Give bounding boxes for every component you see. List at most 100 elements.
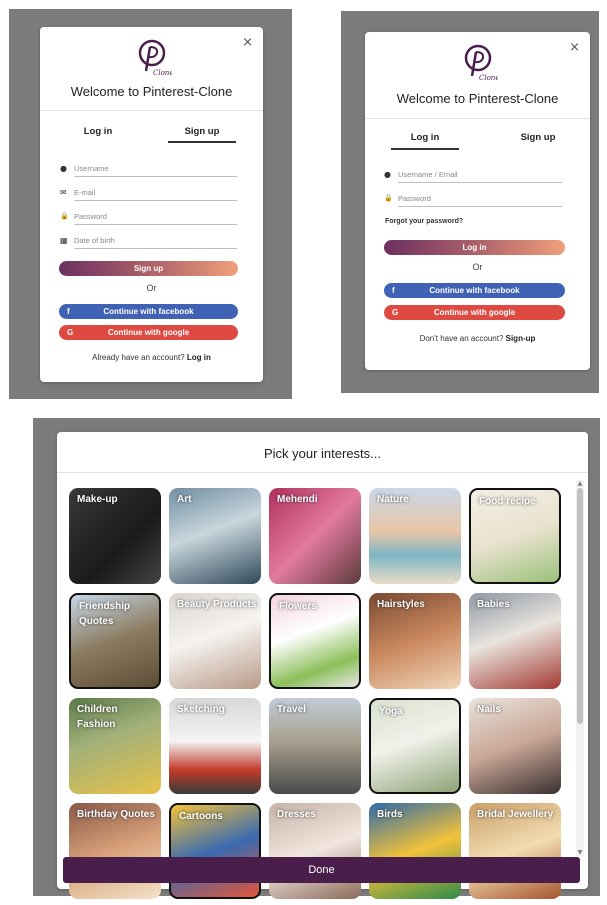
interest-tile[interactable]: Birds bbox=[369, 803, 461, 899]
tab-login[interactable]: Log in bbox=[58, 126, 138, 137]
welcome-heading: Welcome to Pinterest-Clone bbox=[396, 91, 559, 106]
interests-grid: Make-up Art Mehendi Nature Food recipe Friend… bbox=[67, 482, 575, 900]
active-tab-indicator bbox=[168, 141, 236, 143]
header-divider bbox=[57, 472, 588, 473]
interest-tile-label: Mehendi bbox=[277, 494, 318, 505]
interest-tile[interactable]: Nature bbox=[369, 488, 461, 584]
signup-link[interactable]: Sign-up bbox=[506, 334, 536, 343]
signup-prompt: Don't have an account? Sign-up bbox=[365, 334, 590, 343]
or-separator: Or bbox=[146, 283, 157, 293]
username-input[interactable]: Username bbox=[74, 163, 237, 177]
interest-tile-label: Make-up bbox=[77, 494, 118, 505]
interest-tile-label: Babies bbox=[477, 599, 510, 610]
interests-screenshot-panel: Pick your interests... Make-up Art Mehendi… bbox=[33, 418, 600, 899]
google-button[interactable]: G Continue with google bbox=[384, 305, 565, 320]
facebook-icon: f bbox=[392, 286, 395, 295]
password-input[interactable]: Password bbox=[398, 193, 562, 207]
scroll-thumb[interactable] bbox=[577, 488, 583, 724]
interest-tile[interactable]: Sketching bbox=[169, 698, 261, 794]
interest-tile-label: Food recipe bbox=[479, 496, 536, 507]
tab-login[interactable]: Log in bbox=[391, 132, 459, 143]
interest-tile[interactable]: Flowers bbox=[269, 593, 361, 689]
signup-screenshot-panel: × Clone Welcome to Pinterest-Clone Log i… bbox=[9, 9, 292, 399]
login-button[interactable]: Log in bbox=[384, 240, 565, 255]
scroll-down-icon[interactable]: ▼ bbox=[576, 849, 584, 856]
interest-tile[interactable]: Birthday Quotes bbox=[69, 803, 161, 899]
interest-tile[interactable]: Food recipe bbox=[469, 488, 561, 584]
signup-modal: × Clone Welcome to Pinterest-Clone Log i… bbox=[40, 27, 263, 382]
interest-tile[interactable]: Babies bbox=[469, 593, 561, 689]
interest-tile[interactable]: Hairstyles bbox=[369, 593, 461, 689]
facebook-button[interactable]: f Continue with facebook bbox=[384, 283, 565, 298]
interest-tile[interactable]: Cartoons bbox=[169, 803, 261, 899]
interests-modal: Pick your interests... Make-up Art Mehendi… bbox=[57, 432, 588, 899]
logo-text: Clone bbox=[479, 74, 498, 82]
interest-tile[interactable]: Dresses bbox=[269, 803, 361, 899]
interest-tile-label: Nature bbox=[377, 494, 409, 505]
interest-tile-label: Art bbox=[177, 494, 192, 505]
email-input[interactable]: E-mail bbox=[74, 187, 237, 201]
interest-tile[interactable]: Children Fashion bbox=[69, 698, 161, 794]
google-button-label: Continue with google bbox=[433, 308, 516, 317]
facebook-button-label: Continue with facebook bbox=[103, 307, 194, 316]
interest-tile-label: Birds bbox=[377, 809, 403, 820]
forgot-password-link[interactable]: Forgot your password? bbox=[385, 218, 463, 225]
google-icon: G bbox=[67, 328, 74, 337]
or-separator: Or bbox=[472, 262, 483, 272]
interest-tile[interactable]: Yoga bbox=[369, 698, 461, 794]
logo-icon: Clone bbox=[458, 42, 499, 84]
header-divider bbox=[365, 118, 590, 119]
interest-tile-label: Bridal Jewellery bbox=[477, 809, 554, 820]
header-divider bbox=[40, 110, 263, 111]
interest-tile[interactable]: Friendship Quotes bbox=[69, 593, 161, 689]
login-link[interactable]: Log in bbox=[187, 353, 211, 362]
scroll-up-icon[interactable]: ▲ bbox=[576, 480, 584, 487]
user-icon: ● bbox=[60, 164, 67, 173]
lock-icon: 🔒 bbox=[384, 194, 393, 202]
interest-tile-label: Yoga bbox=[379, 706, 403, 717]
user-icon: ● bbox=[384, 170, 391, 179]
close-icon[interactable]: × bbox=[242, 35, 253, 50]
interest-tile-label: Beauty Products bbox=[177, 599, 257, 610]
dob-input[interactable]: Date of birth bbox=[74, 235, 237, 249]
scrollbar[interactable]: ▲ ▼ bbox=[576, 480, 584, 856]
logo-icon: Clone bbox=[132, 37, 173, 79]
interest-tile-label: Sketching bbox=[177, 704, 225, 715]
mail-icon: ✉ bbox=[60, 188, 67, 197]
interest-tile-label: Travel bbox=[277, 704, 306, 715]
interest-tile[interactable]: Mehendi bbox=[269, 488, 361, 584]
facebook-button-label: Continue with facebook bbox=[429, 286, 520, 295]
tab-signup[interactable]: Sign up bbox=[168, 126, 236, 137]
signup-prompt-text: Don't have an account? bbox=[419, 334, 504, 343]
interest-tile-label: Flowers bbox=[279, 601, 317, 612]
interest-tile[interactable]: Make-up bbox=[69, 488, 161, 584]
active-tab-indicator bbox=[391, 148, 459, 150]
interests-title: Pick your interests... bbox=[263, 446, 382, 461]
facebook-icon: f bbox=[67, 307, 70, 316]
login-prompt: Already have an account? Log in bbox=[40, 353, 263, 362]
interest-tile-label: Nails bbox=[477, 704, 501, 715]
close-icon[interactable]: × bbox=[569, 40, 580, 55]
facebook-button[interactable]: f Continue with facebook bbox=[59, 304, 238, 319]
interest-tile-label: Dresses bbox=[277, 809, 316, 820]
interest-tile-label: Friendship Quotes bbox=[79, 601, 131, 627]
google-icon: G bbox=[392, 308, 399, 317]
interest-tile[interactable]: Travel bbox=[269, 698, 361, 794]
interest-tile[interactable]: Nails bbox=[469, 698, 561, 794]
interest-tile[interactable]: Beauty Products bbox=[169, 593, 261, 689]
username-email-input[interactable]: Username / Email bbox=[398, 169, 562, 183]
logo-text: Clone bbox=[153, 69, 172, 77]
interest-tile-label: Children Fashion bbox=[77, 704, 118, 730]
login-screenshot-panel: × Clone Welcome to Pinterest-Clone Log i… bbox=[341, 11, 599, 393]
password-input[interactable]: Password bbox=[74, 211, 237, 225]
login-prompt-text: Already have an account? bbox=[92, 353, 185, 362]
done-button[interactable]: Done bbox=[63, 857, 580, 883]
google-button[interactable]: G Continue with google bbox=[59, 325, 238, 340]
tab-signup[interactable]: Sign up bbox=[499, 132, 577, 143]
google-button-label: Continue with google bbox=[107, 328, 190, 337]
login-modal: × Clone Welcome to Pinterest-Clone Log i… bbox=[365, 32, 590, 370]
interest-tile-label: Birthday Quotes bbox=[77, 809, 155, 820]
signup-button[interactable]: Sign up bbox=[59, 261, 238, 276]
interest-tile[interactable]: Art bbox=[169, 488, 261, 584]
interest-tile[interactable]: Bridal Jewellery bbox=[469, 803, 561, 899]
